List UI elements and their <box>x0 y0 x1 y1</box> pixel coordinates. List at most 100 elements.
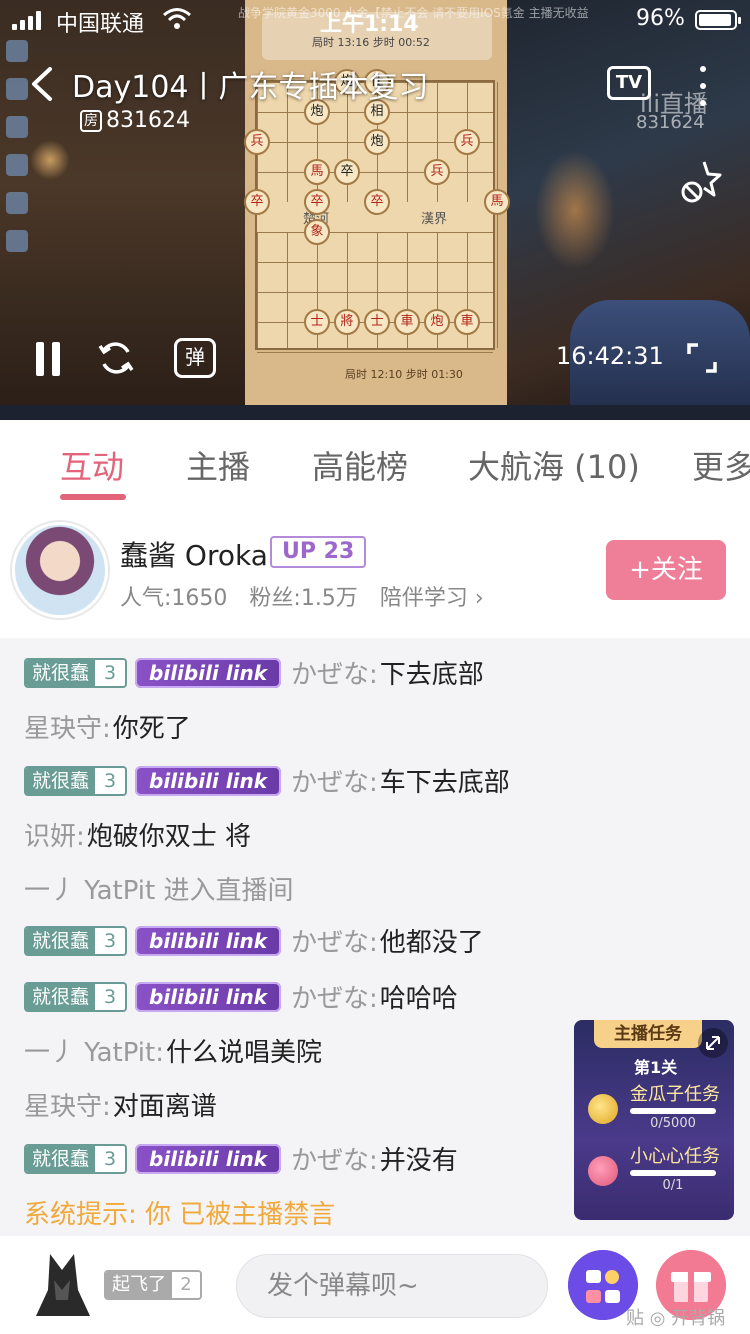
user-avatar[interactable] <box>30 1250 94 1320</box>
star-block-icon[interactable] <box>680 158 722 204</box>
chat-username[interactable]: かぜな: <box>291 762 378 799</box>
chess-piece: 士 <box>304 309 330 335</box>
task-progress-text: 0/5000 <box>650 1116 696 1131</box>
task-title: 金瓜子任务 <box>630 1084 720 1105</box>
chat-username[interactable]: 一丿 YatPit: <box>24 1032 164 1069</box>
desktop-app-icon <box>6 154 28 176</box>
chat-username[interactable]: 一丿 YatPit 进入直播间 <box>24 870 293 907</box>
chat-text: 车下去底部 <box>379 768 510 798</box>
chat-username[interactable]: かぜな: <box>291 922 378 959</box>
medal-level: 3 <box>95 767 126 794</box>
streamer-avatar[interactable] <box>12 522 108 618</box>
stream-taskbar <box>0 405 750 420</box>
chat-text: 并没有 <box>379 1146 458 1176</box>
chess-piece: 士 <box>364 309 390 335</box>
chess-piece: 馬 <box>304 159 330 185</box>
room-title: Day104丨广东专插本复习 <box>72 70 429 105</box>
task-progress-text: 0/1 <box>662 1178 684 1193</box>
up-level-badge: UP 23 <box>270 536 367 568</box>
user-fan-medal: 起飞了 2 <box>104 1270 202 1300</box>
chat-username[interactable]: 星玦守: <box>24 708 111 745</box>
fan-medal[interactable]: 就很蠢 3 <box>24 981 128 1012</box>
streamer-mission-card[interactable]: 主播任务 第1关 金瓜子任务 0/5000 小心心任务 0/1 <box>574 1020 734 1220</box>
bilibili-link-badge: bilibili link <box>135 981 281 1012</box>
task-progress-bar <box>630 1170 716 1176</box>
river-right-label: 漢界 <box>420 211 447 227</box>
foot-hint: 贴 ◎ 开背锅 <box>626 1308 726 1329</box>
fan-medal[interactable]: 就很蠢 3 <box>24 657 128 688</box>
user-medal-name: 起飞了 <box>106 1272 172 1298</box>
chat-message[interactable]: 就很蠢 3 bilibili link かぜな: 哈哈哈 <box>24 978 458 1015</box>
chat-message[interactable]: 就很蠢 3 bilibili link かぜな: 并没有 <box>24 1140 458 1177</box>
chess-piece: 炮 <box>424 309 450 335</box>
chess-piece: 車 <box>394 309 420 335</box>
medal-level: 3 <box>95 659 126 686</box>
collapse-icon[interactable] <box>698 1028 728 1058</box>
chat-text: 下去底部 <box>379 660 484 690</box>
chat-username[interactable]: 识妍: <box>24 816 85 853</box>
system-message[interactable]: 系统提示: 你 已被主播禁言 <box>24 1194 335 1231</box>
mission-level: 第1关 <box>634 1058 678 1077</box>
carrier-name: 中国联通 <box>56 12 145 37</box>
board-line <box>257 232 493 233</box>
chess-piece: 卒 <box>334 159 360 185</box>
chat-text: 你死了 <box>112 714 191 744</box>
medal-name: 就很蠢 <box>26 1145 96 1172</box>
task-title: 小心心任务 <box>630 1146 720 1167</box>
chat-text: 炮破你双士 将 <box>86 822 252 852</box>
board-line <box>257 292 493 293</box>
bilibili-link-badge: bilibili link <box>135 925 281 956</box>
category-link[interactable]: 陪伴学习 › <box>380 580 484 612</box>
tab-more[interactable]: 更多 <box>692 442 750 488</box>
wifi-icon <box>163 8 191 29</box>
chat-message[interactable]: 就很蠢 3 bilibili link かぜな: 他都没了 <box>24 922 484 959</box>
medal-level: 3 <box>95 983 126 1010</box>
pause-button[interactable] <box>36 342 64 376</box>
chat-message[interactable]: 就很蠢 3 bilibili link かぜな: 车下去底部 <box>24 762 510 799</box>
tab-bar: 互动 主播 高能榜 大航海 (10) 更多 <box>0 420 750 508</box>
desktop-app-icon <box>6 116 28 138</box>
chess-piece: 馬 <box>484 189 510 215</box>
chat-message[interactable]: 一丿 YatPit 进入直播间 <box>24 870 295 907</box>
refresh-icon[interactable] <box>96 338 136 378</box>
battery-icon <box>695 10 741 30</box>
live-video[interactable]: 楚河漢界炮仕相炮炮兵兵馬卒卒卒卒馬象士將士車炮車兵 局时 13:16 步时 00… <box>0 0 750 420</box>
fan-medal[interactable]: 就很蠢 3 <box>24 1143 128 1174</box>
danmaku-input[interactable]: 发个弹幕呗~ <box>236 1254 548 1318</box>
chat-message[interactable]: 星玦守: 对面离谱 <box>24 1086 217 1123</box>
danmaku-toggle-button[interactable]: 弹 <box>174 338 216 378</box>
chat-text: 他都没了 <box>379 928 484 958</box>
room-id-value: 831624 <box>106 108 190 133</box>
chess-piece: 車 <box>454 309 480 335</box>
task-progress-bar <box>630 1108 716 1114</box>
chat-username[interactable]: 星玦守: <box>24 1086 111 1123</box>
tab-captains[interactable]: 大航海 (10) <box>468 442 640 488</box>
fullscreen-icon[interactable] <box>686 342 718 374</box>
follow-button[interactable]: +关注 <box>606 540 726 600</box>
chat-message[interactable]: 一丿 YatPit: 什么说唱美院 <box>24 1032 322 1069</box>
room-id: 房 831624 <box>80 108 190 133</box>
chat-username[interactable]: かぜな: <box>291 1140 378 1177</box>
chess-piece: 將 <box>334 309 360 335</box>
chat-message[interactable]: 就很蠢 3 bilibili link かぜな: 下去底部 <box>24 654 484 691</box>
chess-piece: 炮 <box>364 129 390 155</box>
tab-energy-rank[interactable]: 高能榜 <box>312 442 408 488</box>
medal-name: 就很蠢 <box>26 767 96 794</box>
mission-header: 主播任务 <box>594 1020 702 1048</box>
fans-count: 粉丝:1.5万 <box>249 586 358 611</box>
tab-streamer[interactable]: 主播 <box>186 442 250 488</box>
chat-message[interactable]: 识妍: 炮破你双士 将 <box>24 816 251 853</box>
board-line <box>257 352 493 353</box>
chat-username[interactable]: かぜな: <box>291 654 378 691</box>
fan-medal[interactable]: 就很蠢 3 <box>24 925 128 956</box>
medal-name: 就很蠢 <box>26 983 96 1010</box>
chat-username[interactable]: かぜな: <box>291 978 378 1015</box>
streamer-info: 蠢酱 Oroka UP 23 人气:1650 粉丝:1.5万 陪伴学习 › +关… <box>0 508 750 638</box>
fan-medal[interactable]: 就很蠢 3 <box>24 765 128 796</box>
desktop-app-icon <box>6 192 28 214</box>
category-label: 陪伴学习 <box>379 586 468 611</box>
tab-interaction[interactable]: 互动 <box>60 442 124 488</box>
desktop-icons <box>6 40 30 268</box>
chat-message[interactable]: 星玦守: 你死了 <box>24 708 191 745</box>
back-arrow-icon[interactable] <box>28 66 58 102</box>
